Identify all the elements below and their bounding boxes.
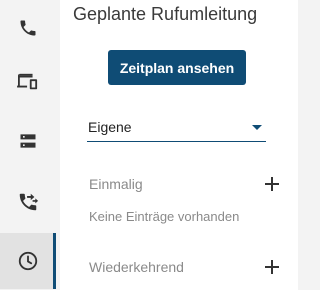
call-forward-icon: [19, 193, 39, 211]
plus-icon: [265, 260, 279, 274]
page-title: Geplante Rufumleitung: [73, 4, 258, 24]
phone-icon: [20, 20, 36, 36]
navigation-rail: [0, 0, 56, 290]
rail-item-storage[interactable]: [0, 113, 56, 169]
devices-icon: [17, 73, 38, 90]
storage-icon: [20, 134, 36, 148]
empty-state-text: Keine Einträge vorhanden: [89, 209, 240, 224]
rail-item-scheduled[interactable]: [0, 233, 56, 289]
recurring-section-label: Wiederkehrend: [89, 259, 184, 275]
one-time-section-label: Einmalig: [89, 176, 143, 192]
rail-item-calls[interactable]: [0, 0, 56, 56]
rail-item-call-forwarding[interactable]: [0, 174, 56, 230]
add-recurring-button[interactable]: [263, 258, 281, 276]
rail-item-devices[interactable]: [0, 54, 56, 110]
caret-down-icon: [252, 125, 262, 130]
dropdown-value: Eigene: [88, 119, 132, 135]
clock-icon: [18, 251, 38, 271]
scheduled-forwarding-panel: Geplante Rufumleitung Zeitplan ansehen E…: [60, 0, 298, 290]
view-schedule-button[interactable]: Zeitplan ansehen: [108, 50, 246, 85]
plus-icon: [265, 177, 279, 191]
profile-dropdown[interactable]: Eigene: [87, 115, 266, 142]
add-one-time-button[interactable]: [263, 175, 281, 193]
